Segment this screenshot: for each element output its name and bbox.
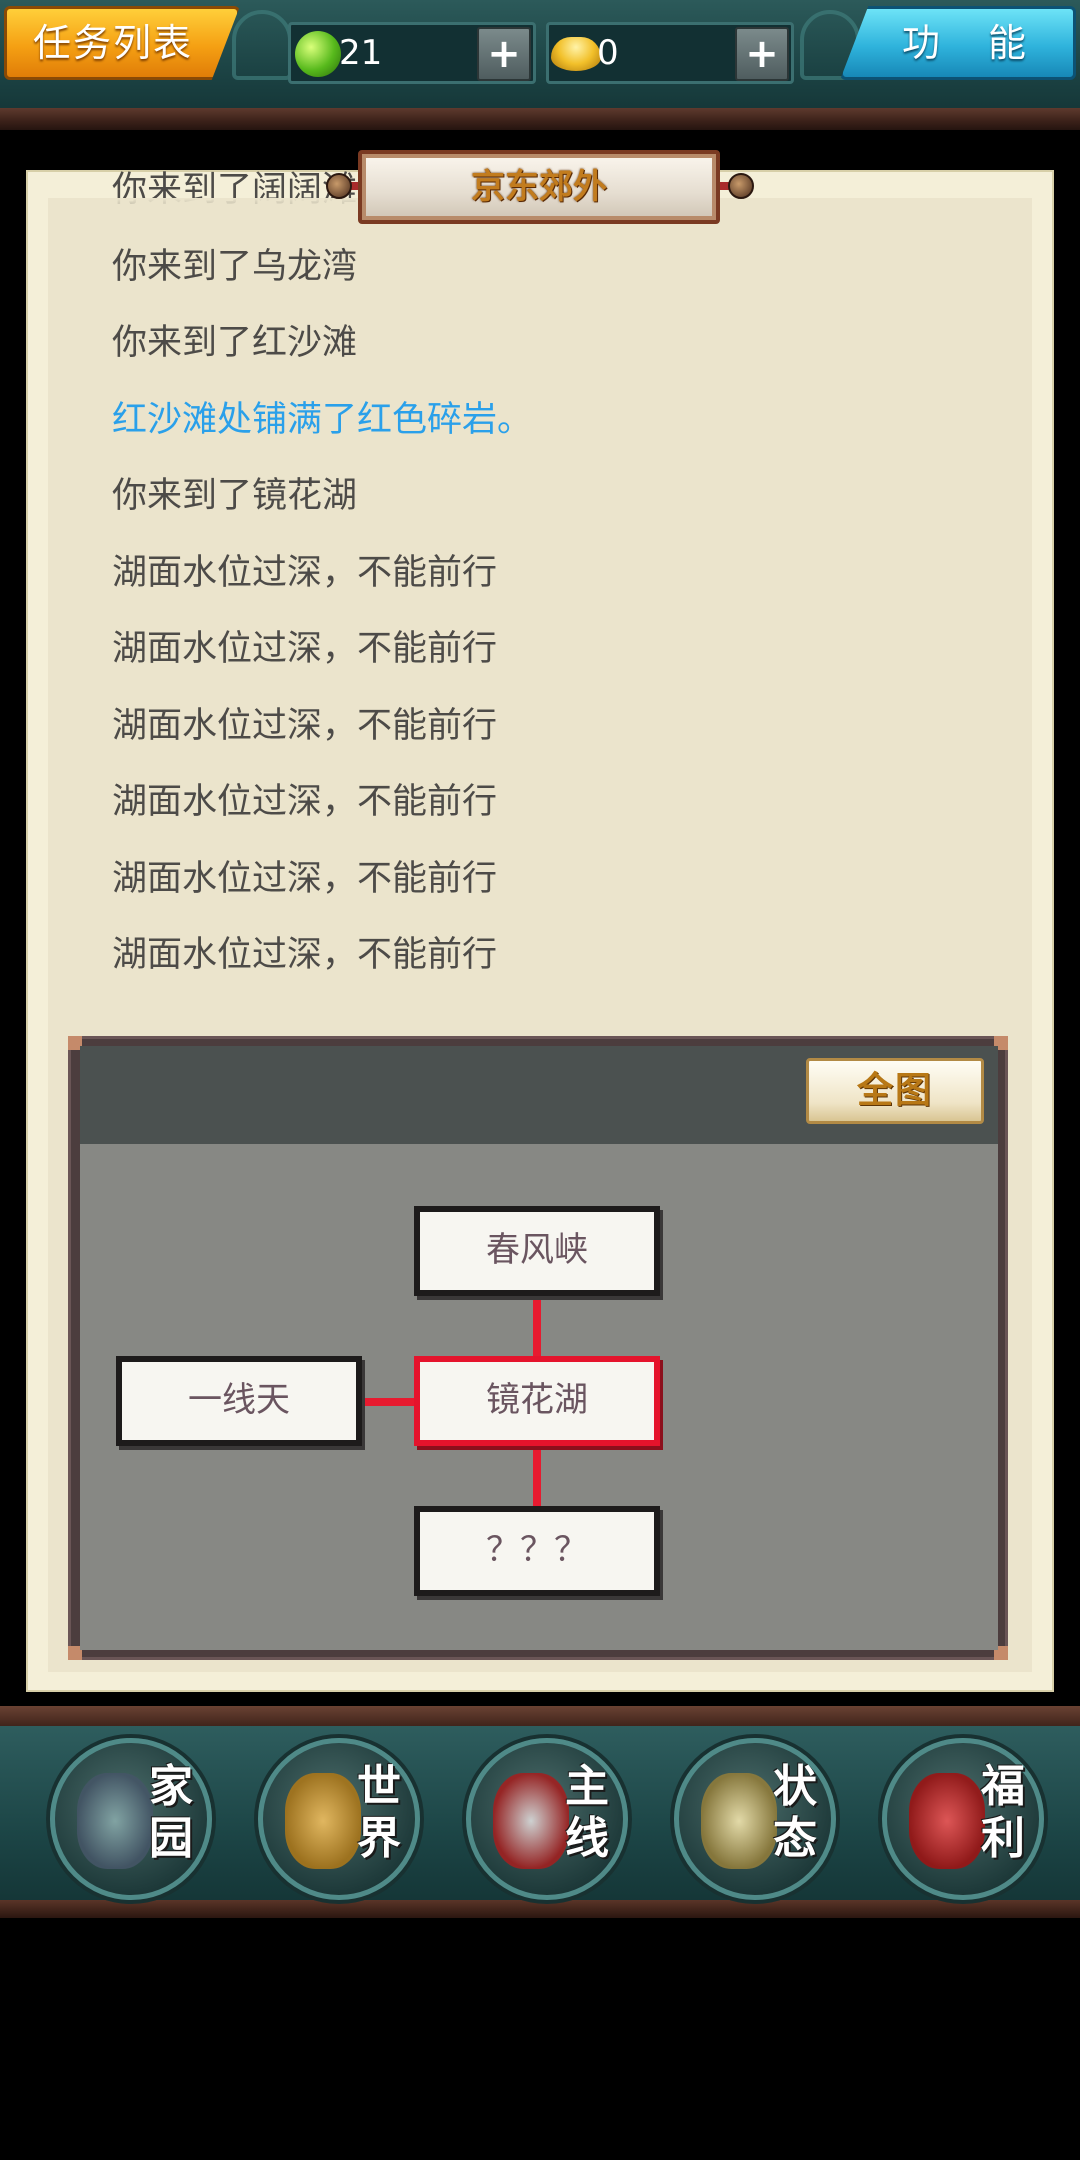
nav-home-button[interactable]: 家园 [50,1738,212,1900]
task-list-button[interactable]: 任务列表 [4,6,240,80]
add-gold-button[interactable]: + [735,27,789,81]
map-node-north[interactable]: 春风峡 [414,1206,660,1296]
welfare-icon [909,1773,985,1869]
add-jade-button[interactable]: + [477,27,531,81]
log-line: 你来到了乌龙湾 [112,246,358,287]
nav-welfare-button[interactable]: 福利 [882,1738,1044,1900]
log-line: 湖面水位过深，不能前行 [112,705,498,746]
empty-area [0,1918,1080,2160]
log-line: 湖面水位过深，不能前行 [112,782,498,822]
nav-world-label: 世界 [357,1761,401,1864]
nav-world-button[interactable]: 世界 [258,1738,420,1900]
home-icon [77,1773,153,1869]
gold-ingot-icon [551,37,601,71]
map-link-west [354,1398,422,1406]
log-line: 湖面水位过深，不能前行 [112,629,498,669]
jade-coin-icon [295,31,341,77]
scroll-ornament-icon [232,10,292,80]
nav-status-label: 状态 [773,1761,817,1864]
log-line: 你来到了镜花湖 [112,476,358,516]
nav-welfare-label: 福利 [981,1761,1025,1864]
log-line: 你来到了红沙滩 [112,323,358,363]
log-line: 湖面水位过深，不能前行 [112,552,498,593]
gold-amount: 0 [597,33,619,73]
top-bar-rim [0,108,1080,130]
map-node-west[interactable]: 一线天 [116,1356,362,1446]
knob-icon [326,173,352,199]
nav-home-label: 家园 [149,1761,193,1864]
log-line: 湖面水位过深，不能前行 [112,935,498,975]
location-title-plaque: 京东郊外 [358,150,720,224]
function-button[interactable]: 功 能 [840,6,1076,80]
message-log[interactable]: 你来到了阔阔滩 你来到了乌龙湾 你来到了红沙滩 红沙滩处铺满了红色碎岩。 你来到了镜花湖… [112,152,1012,1026]
bottom-edge [0,1900,1080,1918]
gold-currency: 0 + [546,22,794,84]
full-map-button[interactable]: 全图 [806,1058,984,1124]
bottom-rim [0,1706,1080,1728]
main-quest-icon [493,1773,569,1869]
log-line: 红沙滩处铺满了红色碎岩。 [112,399,533,440]
nav-main-quest-label: 主线 [565,1761,609,1864]
location-title: 京东郊外 [471,167,607,207]
knob-icon [728,173,754,199]
map-link-south [533,1442,541,1510]
jade-amount: 21 [339,33,383,73]
jade-currency: 21 + [288,22,536,84]
map-link-north [533,1292,541,1356]
log-line: 湖面水位过深，不能前行 [112,858,498,899]
map-node-south[interactable]: ？？？ [414,1506,660,1596]
world-icon [285,1773,361,1869]
nav-status-button[interactable]: 状态 [674,1738,836,1900]
map-node-current[interactable]: 镜花湖 [414,1356,660,1446]
nav-main-quest-button[interactable]: 主线 [466,1738,628,1900]
status-icon [701,1773,777,1869]
